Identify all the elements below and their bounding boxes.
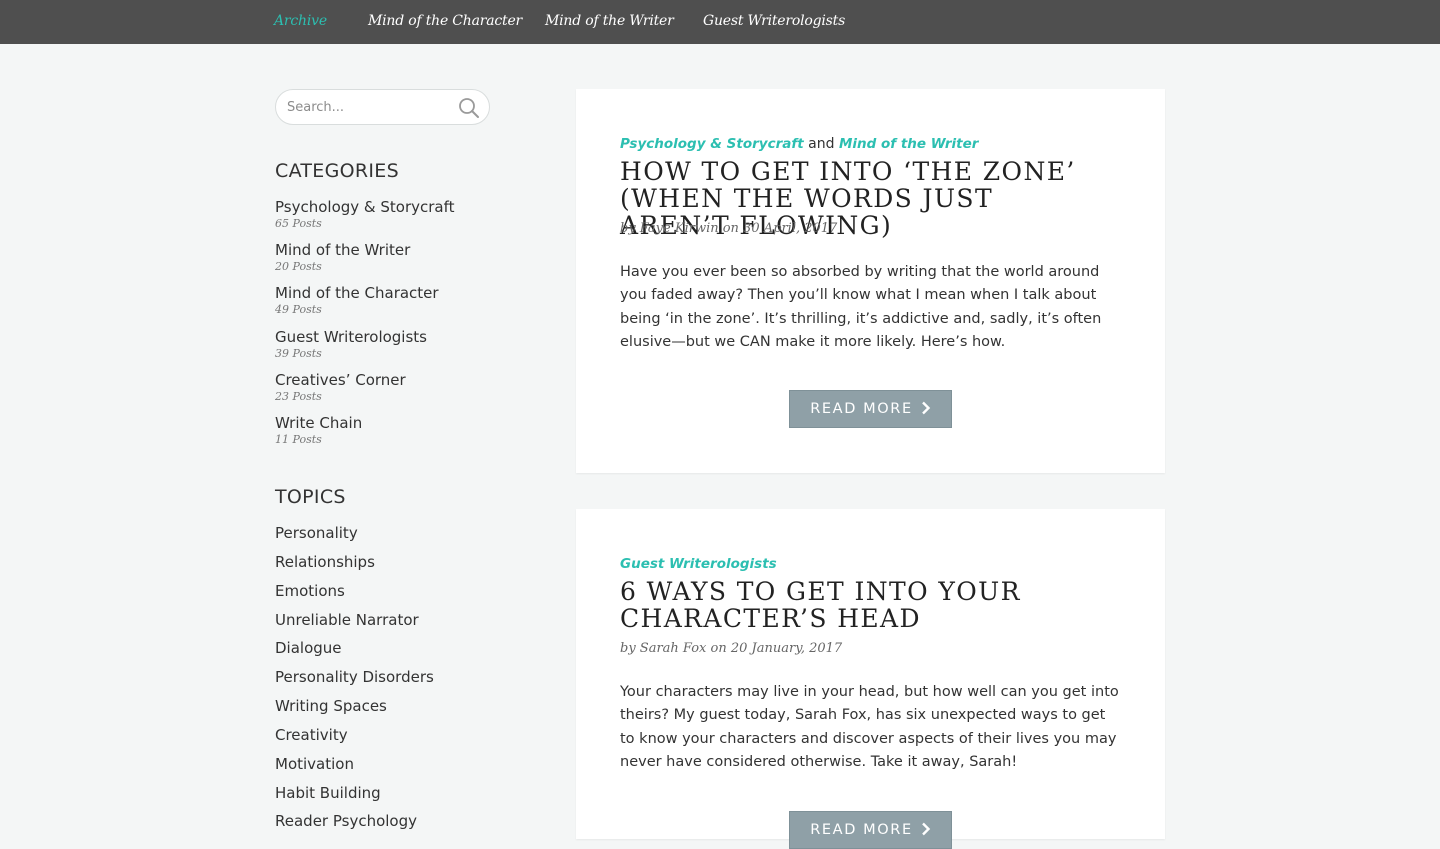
post-title[interactable]: 6 Ways to Get into Your Character’s Head: [620, 578, 1100, 632]
topic-item: Personality: [275, 523, 535, 552]
category-link[interactable]: Psychology & Storycraft: [275, 198, 535, 217]
read-more-button[interactable]: Read More: [789, 811, 952, 849]
topic-link[interactable]: Personality: [275, 524, 358, 542]
category-link[interactable]: Creatives’ Corner: [275, 371, 535, 390]
topic-item: Emotions: [275, 581, 535, 610]
topic-item: Personality Disorders: [275, 667, 535, 696]
category-post-count: 11 Posts: [275, 432, 322, 446]
read-more-button[interactable]: Read More: [789, 390, 952, 428]
category-item: Write Chain 11 Posts: [275, 414, 535, 457]
read-more-label: Read More: [810, 401, 913, 417]
topic-link[interactable]: Creativity: [275, 726, 348, 744]
category-post-count: 39 Posts: [275, 346, 322, 360]
category-post-count: 20 Posts: [275, 260, 322, 274]
post-byline: by Sarah Fox on 20 January, 2017: [620, 641, 843, 656]
category-post-count: 23 Posts: [275, 389, 322, 403]
category-link[interactable]: Write Chain: [275, 414, 535, 433]
topic-item: Motivation: [275, 754, 535, 783]
search-input[interactable]: [287, 90, 447, 124]
topic-item: Reader Psychology: [275, 811, 535, 840]
nav-item-guest-writerologists[interactable]: Guest Writerologists: [703, 0, 845, 44]
category-post-count: 49 Posts: [275, 303, 322, 317]
topic-item: Writing Spaces: [275, 696, 535, 725]
topic-link[interactable]: Emotions: [275, 582, 345, 600]
categories-list: Psychology & Storycraft 65 Posts Mind of…: [275, 198, 535, 457]
topic-item: Unreliable Narrator: [275, 610, 535, 639]
post-category-link[interactable]: Mind of the Writer: [839, 136, 978, 152]
nav-item-mind-of-the-character[interactable]: Mind of the Character: [368, 0, 522, 44]
topic-item: Habit Building: [275, 783, 535, 812]
topic-link[interactable]: Motivation: [275, 755, 354, 773]
chevron-right-icon: [921, 401, 930, 415]
topics-heading: TOPICS: [275, 486, 346, 508]
category-item: Mind of the Character 49 Posts: [275, 284, 535, 327]
category-item: Psychology & Storycraft 65 Posts: [275, 198, 535, 241]
nav-item-mind-of-the-writer[interactable]: Mind of the Writer: [545, 0, 674, 44]
read-more-label: Read More: [810, 822, 913, 838]
post-excerpt: Have you ever been so absorbed by writin…: [620, 264, 1102, 351]
nav-item-archive[interactable]: Archive: [274, 0, 327, 44]
post-card: Guest Writerologists 6 Ways to Get into …: [576, 509, 1165, 849]
category-link[interactable]: Guest Writerologists: [275, 328, 535, 347]
topic-item: Creativity: [275, 725, 535, 754]
search-icon[interactable]: [458, 97, 480, 119]
category-joiner: and: [808, 136, 835, 152]
category-post-count: 65 Posts: [275, 217, 322, 230]
category-link[interactable]: Mind of the Character: [275, 284, 535, 303]
post-excerpt: Your characters may live in your head, b…: [620, 684, 1119, 771]
category-item: Guest Writerologists 39 Posts: [275, 328, 535, 371]
top-nav: Archive Mind of the Character Mind of th…: [0, 0, 1440, 44]
topic-link[interactable]: Writing Spaces: [275, 697, 387, 715]
post-category-link[interactable]: Guest Writerologists: [620, 556, 777, 572]
post-categories: Psychology & Storycraft and Mind of the …: [620, 136, 978, 152]
post-categories: Guest Writerologists: [620, 556, 777, 572]
chevron-right-icon: [921, 822, 930, 836]
search-box: [275, 89, 490, 125]
topic-item: Dialogue: [275, 638, 535, 667]
post-card: Psychology & Storycraft and Mind of the …: [576, 89, 1165, 473]
topic-link[interactable]: Reader Psychology: [275, 812, 417, 830]
topics-list: Personality Relationships Emotions Unrel…: [275, 523, 535, 840]
category-item: Creatives’ Corner 23 Posts: [275, 371, 535, 414]
topic-link[interactable]: Dialogue: [275, 639, 342, 657]
topic-link[interactable]: Unreliable Narrator: [275, 611, 419, 629]
topic-link[interactable]: Personality Disorders: [275, 668, 434, 686]
category-item: Mind of the Writer 20 Posts: [275, 241, 535, 284]
topic-link[interactable]: Relationships: [275, 553, 375, 571]
post-byline: by Faye Kirwin on 30 April, 2017: [620, 221, 838, 236]
categories-heading: CATEGORIES: [275, 160, 399, 182]
topic-item: Relationships: [275, 552, 535, 581]
topic-link[interactable]: Habit Building: [275, 784, 381, 802]
category-link[interactable]: Mind of the Writer: [275, 241, 535, 260]
post-category-link[interactable]: Psychology & Storycraft: [620, 136, 804, 152]
